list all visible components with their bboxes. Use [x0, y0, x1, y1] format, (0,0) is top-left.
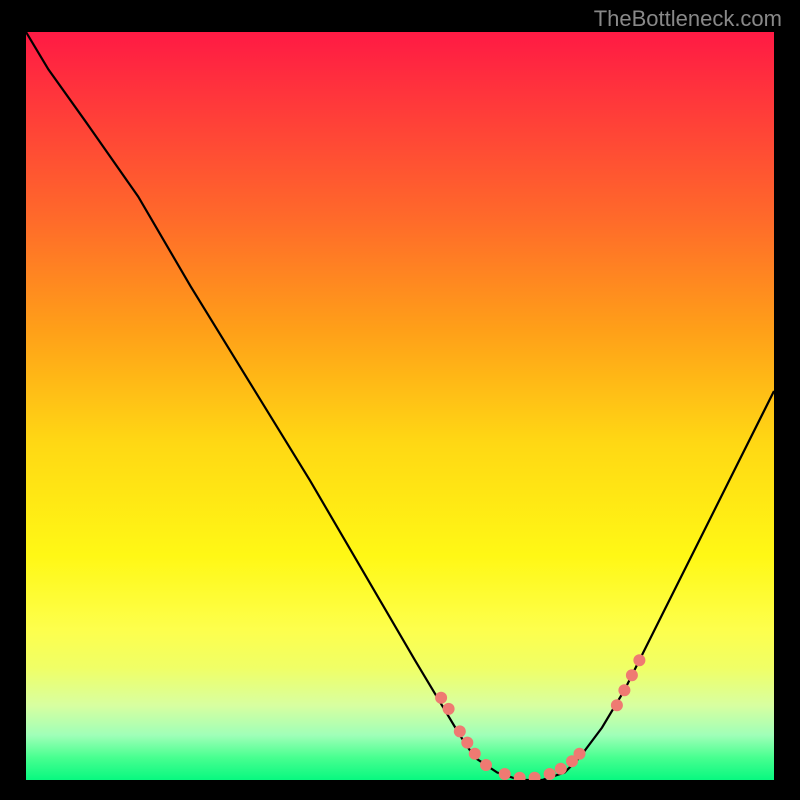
chart-svg: [26, 32, 774, 780]
data-point: [574, 748, 586, 760]
data-point: [611, 699, 623, 711]
data-point: [461, 737, 473, 749]
chart-plot-area: [26, 32, 774, 780]
data-point: [618, 684, 630, 696]
data-point: [469, 748, 481, 760]
data-point: [529, 772, 541, 780]
data-point: [514, 772, 526, 780]
data-point: [626, 669, 638, 681]
data-point: [454, 725, 466, 737]
data-point: [443, 703, 455, 715]
data-point: [555, 763, 567, 775]
highlighted-dots-group: [435, 654, 645, 780]
watermark-text: TheBottleneck.com: [594, 6, 782, 32]
data-point: [499, 768, 511, 780]
data-point: [435, 692, 447, 704]
data-point: [480, 759, 492, 771]
data-point: [633, 654, 645, 666]
bottleneck-curve: [26, 32, 774, 780]
data-point: [544, 768, 556, 780]
